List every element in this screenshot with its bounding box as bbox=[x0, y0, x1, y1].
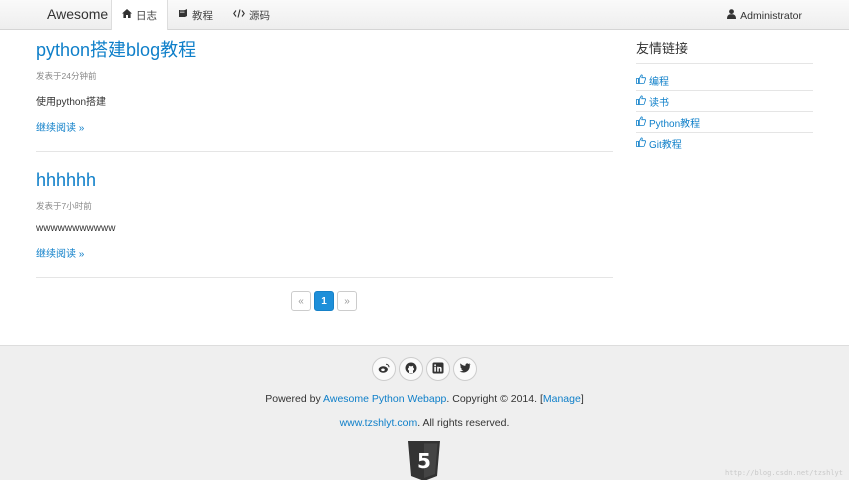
thumbs-up-icon bbox=[636, 94, 647, 108]
read-more-link[interactable]: 继续阅读 » bbox=[36, 123, 84, 134]
thumbs-up-icon bbox=[636, 73, 647, 87]
nav-item-label: 教程 bbox=[192, 9, 213, 22]
html5-badge-icon: 5 bbox=[406, 441, 442, 480]
linkedin-button[interactable] bbox=[426, 357, 450, 381]
github-button[interactable] bbox=[399, 357, 423, 381]
post-list: python搭建blog教程 发表于24分钟前 使用python搭建 继续阅读 … bbox=[36, 30, 613, 278]
sidebar-link-item[interactable]: Python教程 bbox=[636, 112, 813, 133]
sidebar-divider bbox=[636, 63, 813, 64]
user-name: Administrator bbox=[740, 9, 802, 22]
post-divider bbox=[36, 277, 613, 278]
sidebar-link[interactable]: 读书 bbox=[649, 94, 669, 109]
post-item: hhhhhh 发表于7小时前 wwwwwwwwwww 继续阅读 » bbox=[36, 152, 613, 260]
next-page-button[interactable]: » bbox=[337, 291, 357, 311]
sidebar-link[interactable]: 编程 bbox=[649, 73, 669, 88]
home-icon bbox=[122, 9, 132, 21]
post-title-link[interactable]: python搭建blog教程 bbox=[36, 40, 196, 60]
weibo-button[interactable] bbox=[372, 357, 396, 381]
github-icon bbox=[405, 362, 417, 377]
webapp-link[interactable]: Awesome Python Webapp bbox=[323, 393, 446, 405]
powered-prefix: Powered by bbox=[265, 393, 324, 405]
copyright-text: . Copyright © 2014. [ bbox=[446, 393, 543, 405]
nav-item-tutorial[interactable]: 教程 bbox=[168, 0, 223, 30]
twitter-icon bbox=[459, 362, 471, 377]
footer: Powered by Awesome Python Webapp. Copyri… bbox=[0, 345, 849, 480]
manage-suffix: ] bbox=[580, 393, 584, 405]
sidebar-link-item[interactable]: 读书 bbox=[636, 91, 813, 112]
post-title-link[interactable]: hhhhhh bbox=[36, 170, 96, 190]
brand-logo[interactable]: Awesome bbox=[47, 6, 108, 22]
nav-item-label: 日志 bbox=[136, 9, 157, 22]
nav-item-blog[interactable]: 日志 bbox=[111, 0, 168, 30]
navbar: Awesome 日志 教程 源码 Administrator bbox=[0, 0, 849, 30]
social-links bbox=[372, 357, 477, 381]
post-meta: 发表于7小时前 bbox=[36, 201, 92, 211]
nav-menu: 日志 教程 源码 bbox=[111, 0, 280, 30]
sidebar-link-item[interactable]: 编程 bbox=[636, 70, 813, 91]
manage-link[interactable]: Manage bbox=[543, 393, 581, 405]
site-link[interactable]: www.tzshlyt.com bbox=[340, 417, 418, 429]
book-icon bbox=[178, 9, 188, 21]
site-line: www.tzshlyt.com. All rights reserved. bbox=[0, 417, 849, 429]
linkedin-icon bbox=[432, 362, 444, 377]
user-menu[interactable]: Administrator bbox=[727, 9, 802, 22]
post-summary: wwwwwwwwwww bbox=[36, 223, 116, 234]
thumbs-up-icon bbox=[636, 115, 647, 129]
pagination: « 1 » bbox=[291, 291, 357, 311]
nav-item-source[interactable]: 源码 bbox=[223, 0, 280, 30]
sidebar-link-item[interactable]: Git教程 bbox=[636, 133, 813, 154]
read-more-link[interactable]: 继续阅读 » bbox=[36, 249, 84, 260]
rights-text: . All rights reserved. bbox=[417, 417, 510, 429]
code-icon bbox=[233, 9, 245, 21]
html5-badge-text: 5 bbox=[417, 449, 431, 473]
thumbs-up-icon bbox=[636, 137, 647, 150]
twitter-button[interactable] bbox=[453, 357, 477, 381]
sidebar-link[interactable]: Git教程 bbox=[649, 136, 682, 151]
weibo-icon bbox=[378, 362, 390, 377]
post-meta: 发表于24分钟前 bbox=[36, 71, 97, 81]
nav-item-label: 源码 bbox=[249, 9, 270, 22]
post-item: python搭建blog教程 发表于24分钟前 使用python搭建 继续阅读 … bbox=[36, 30, 613, 134]
user-icon bbox=[727, 9, 737, 22]
post-summary: 使用python搭建 bbox=[36, 97, 107, 108]
sidebar-link[interactable]: Python教程 bbox=[649, 115, 700, 130]
page-button-current[interactable]: 1 bbox=[314, 291, 334, 311]
powered-by-line: Powered by Awesome Python Webapp. Copyri… bbox=[0, 393, 849, 405]
sidebar-title: 友情链接 bbox=[636, 41, 689, 56]
watermark: http://blog.csdn.net/tzshlyt bbox=[724, 469, 843, 477]
friend-links-sidebar: 友情链接 编程 读书 Python教程 Git教程 bbox=[636, 38, 813, 154]
prev-page-button[interactable]: « bbox=[291, 291, 311, 311]
